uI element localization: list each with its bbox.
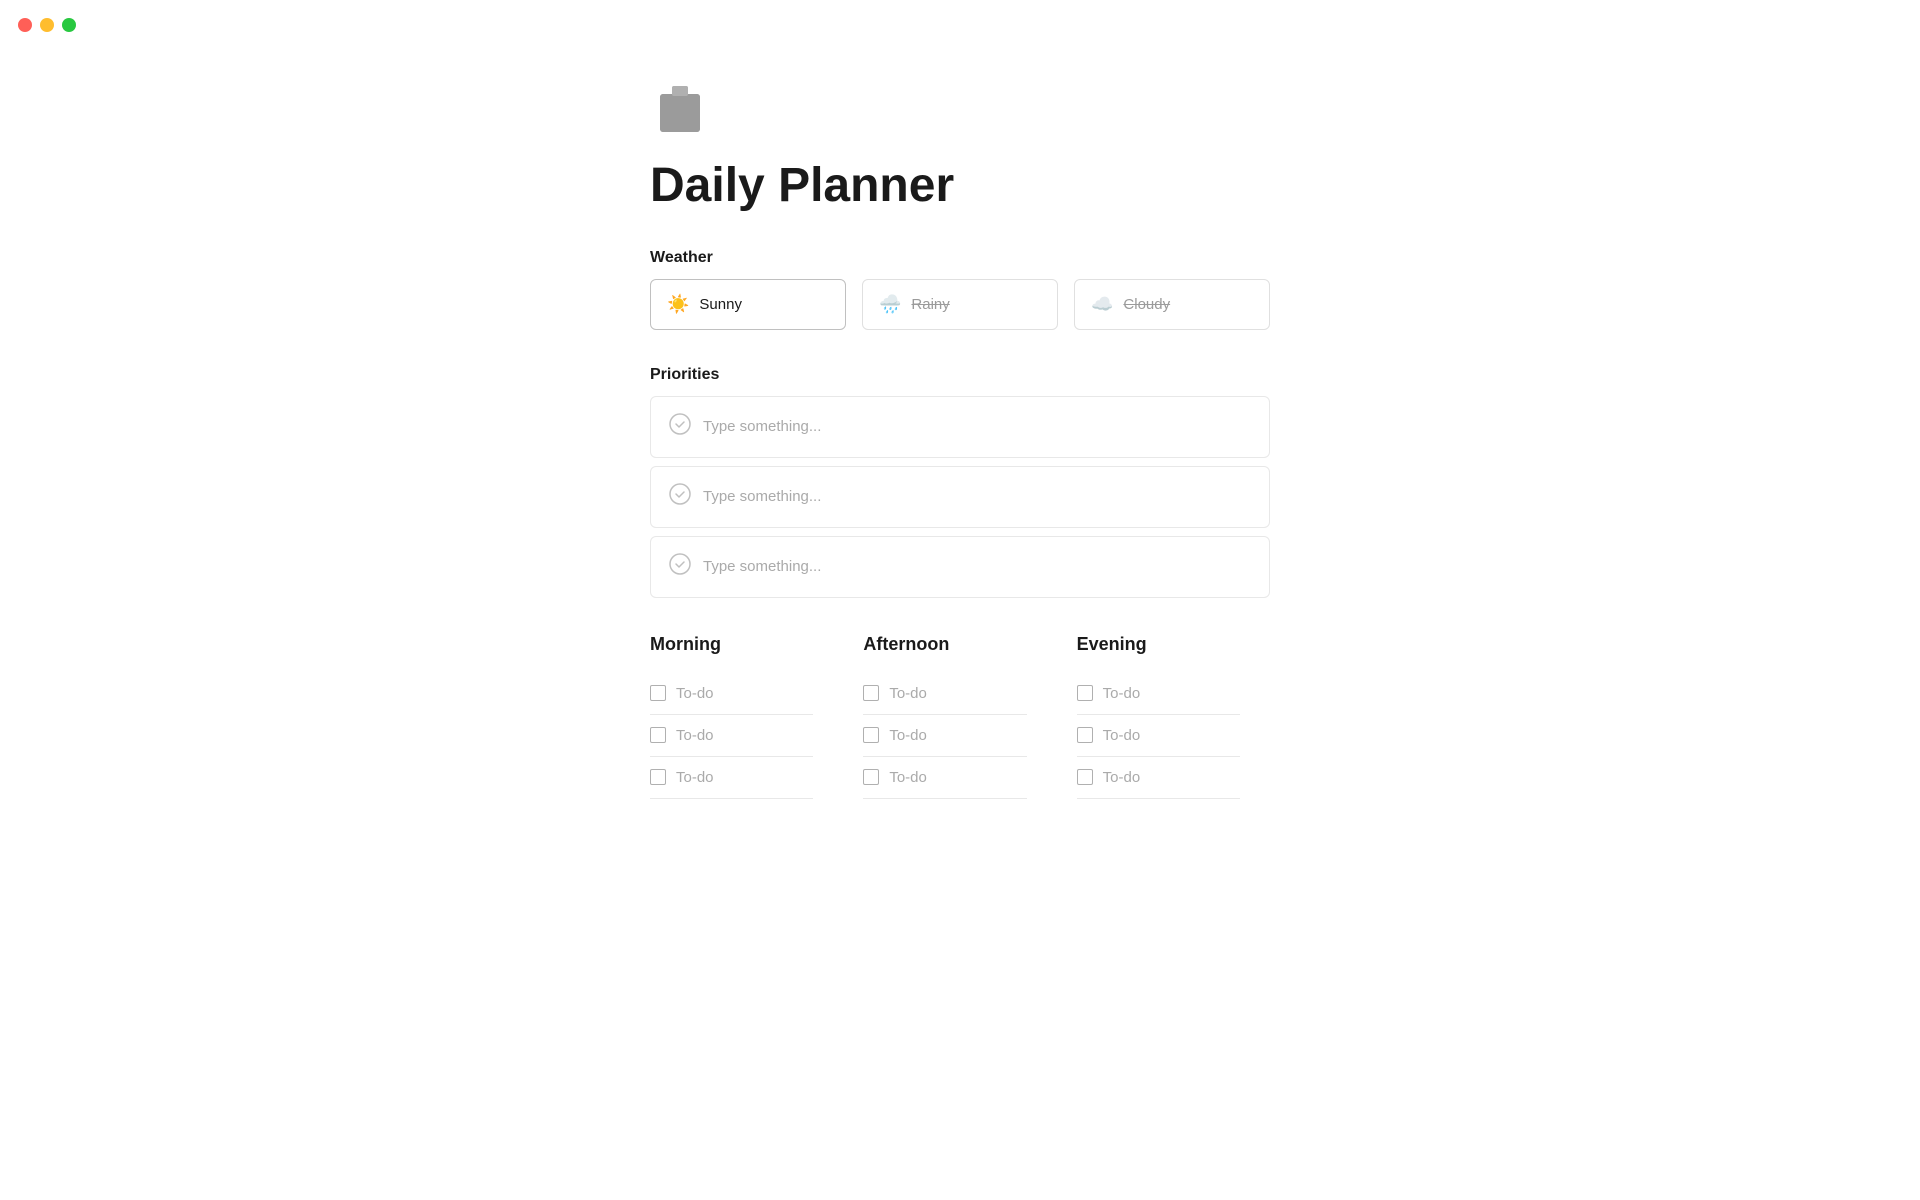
priority-check-icon-1: [669, 413, 691, 441]
priority-item-3: [650, 536, 1270, 598]
priority-check-icon-3: [669, 553, 691, 581]
priority-input-2[interactable]: [703, 488, 1251, 505]
evening-checkbox-3[interactable]: [1077, 769, 1093, 785]
page-title: Daily Planner: [650, 160, 1270, 213]
priority-item-2: [650, 466, 1270, 528]
close-button[interactable]: [18, 18, 32, 32]
afternoon-todo-3: To-do: [863, 757, 1026, 799]
schedule-col-evening: Evening To-do To-do To-do: [1077, 634, 1270, 799]
weather-option-cloudy[interactable]: ☁️ Cloudy: [1074, 279, 1270, 330]
evening-checkbox-1[interactable]: [1077, 685, 1093, 701]
maximize-button[interactable]: [62, 18, 76, 32]
rainy-icon: 🌧️: [879, 294, 901, 315]
afternoon-todo-label-1: To-do: [889, 685, 927, 702]
weather-label: Weather: [650, 249, 1270, 267]
main-content: Daily Planner Weather ☀️ Sunny 🌧️ Rainy …: [610, 0, 1310, 895]
afternoon-checkbox-1[interactable]: [863, 685, 879, 701]
morning-todo-label-2: To-do: [676, 727, 714, 744]
afternoon-todo-1: To-do: [863, 673, 1026, 715]
minimize-button[interactable]: [40, 18, 54, 32]
weather-option-rainy[interactable]: 🌧️ Rainy: [862, 279, 1058, 330]
afternoon-checkbox-2[interactable]: [863, 727, 879, 743]
morning-checkbox-1[interactable]: [650, 685, 666, 701]
afternoon-todo-label-3: To-do: [889, 769, 927, 786]
evening-checkbox-2[interactable]: [1077, 727, 1093, 743]
schedule-section: Morning To-do To-do To-do Afternoon: [650, 634, 1270, 799]
schedule-columns: Morning To-do To-do To-do Afternoon: [650, 634, 1270, 799]
evening-todo-label-2: To-do: [1103, 727, 1141, 744]
priority-input-1[interactable]: [703, 418, 1251, 435]
schedule-col-afternoon: Afternoon To-do To-do To-do: [863, 634, 1056, 799]
afternoon-todo-2: To-do: [863, 715, 1026, 757]
schedule-col-morning: Morning To-do To-do To-do: [650, 634, 843, 799]
page-icon: [650, 80, 710, 140]
morning-checkbox-2[interactable]: [650, 727, 666, 743]
weather-section: Weather ☀️ Sunny 🌧️ Rainy ☁️ Cloudy: [650, 249, 1270, 330]
afternoon-title: Afternoon: [863, 634, 1026, 659]
weather-options: ☀️ Sunny 🌧️ Rainy ☁️ Cloudy: [650, 279, 1270, 330]
window-controls: [18, 18, 76, 32]
evening-todo-2: To-do: [1077, 715, 1240, 757]
sunny-icon: ☀️: [667, 294, 689, 315]
priorities-section: Priorities: [650, 366, 1270, 598]
evening-title: Evening: [1077, 634, 1240, 659]
morning-todo-1: To-do: [650, 673, 813, 715]
morning-todo-2: To-do: [650, 715, 813, 757]
rainy-label: Rainy: [911, 296, 949, 313]
evening-todo-label-3: To-do: [1103, 769, 1141, 786]
priorities-label: Priorities: [650, 366, 1270, 384]
priority-check-icon-2: [669, 483, 691, 511]
morning-todo-3: To-do: [650, 757, 813, 799]
priority-item-1: [650, 396, 1270, 458]
morning-todo-label-3: To-do: [676, 769, 714, 786]
evening-todo-label-1: To-do: [1103, 685, 1141, 702]
evening-todo-1: To-do: [1077, 673, 1240, 715]
sunny-label: Sunny: [699, 296, 742, 313]
evening-todo-3: To-do: [1077, 757, 1240, 799]
weather-option-sunny[interactable]: ☀️ Sunny: [650, 279, 846, 330]
cloudy-icon: ☁️: [1091, 294, 1113, 315]
priority-input-3[interactable]: [703, 558, 1251, 575]
morning-todo-label-1: To-do: [676, 685, 714, 702]
afternoon-todo-label-2: To-do: [889, 727, 927, 744]
cloudy-label: Cloudy: [1123, 296, 1170, 313]
afternoon-checkbox-3[interactable]: [863, 769, 879, 785]
morning-checkbox-3[interactable]: [650, 769, 666, 785]
morning-title: Morning: [650, 634, 813, 659]
